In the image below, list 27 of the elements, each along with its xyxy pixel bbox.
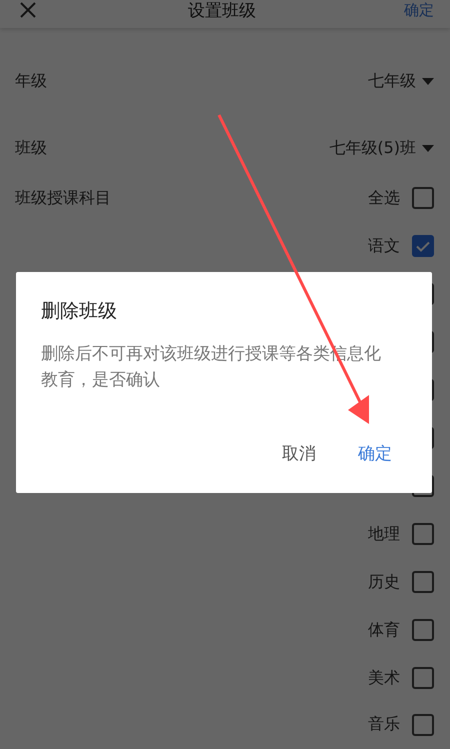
checkbox[interactable] [412, 619, 434, 641]
checkbox[interactable] [412, 571, 434, 593]
subject-label: 音乐 [368, 714, 400, 735]
section-label: 班级授课科目 [15, 186, 111, 208]
checkbox[interactable] [412, 523, 434, 545]
checkbox[interactable] [412, 667, 434, 689]
subject-label: 全选 [368, 188, 400, 208]
field-label: 班级 [15, 138, 47, 159]
caret-icon [422, 145, 434, 152]
subject-label: 地理 [368, 524, 400, 544]
confirm-button[interactable]: 确定 [358, 442, 392, 465]
checkbox[interactable] [412, 714, 434, 736]
field-label: 年级 [15, 71, 47, 92]
page-title: 设置班级 [187, 0, 257, 22]
checkbox[interactable] [412, 187, 434, 209]
dropdown[interactable]: 七年级 [368, 71, 434, 92]
checkbox[interactable] [412, 235, 434, 257]
subject-label: 历史 [368, 572, 400, 592]
dialog-title: 删除班级 [41, 299, 118, 324]
cancel-button[interactable]: 取消 [282, 442, 316, 465]
confirm-link[interactable]: 确定 [404, 0, 434, 20]
subject-label: 美术 [368, 668, 400, 688]
dropdown[interactable]: 七年级(5)班 [329, 138, 434, 159]
subject-label: 语文 [368, 236, 400, 256]
subject-label: 体育 [368, 620, 400, 640]
caret-icon [422, 78, 434, 85]
check-icon [416, 240, 430, 252]
